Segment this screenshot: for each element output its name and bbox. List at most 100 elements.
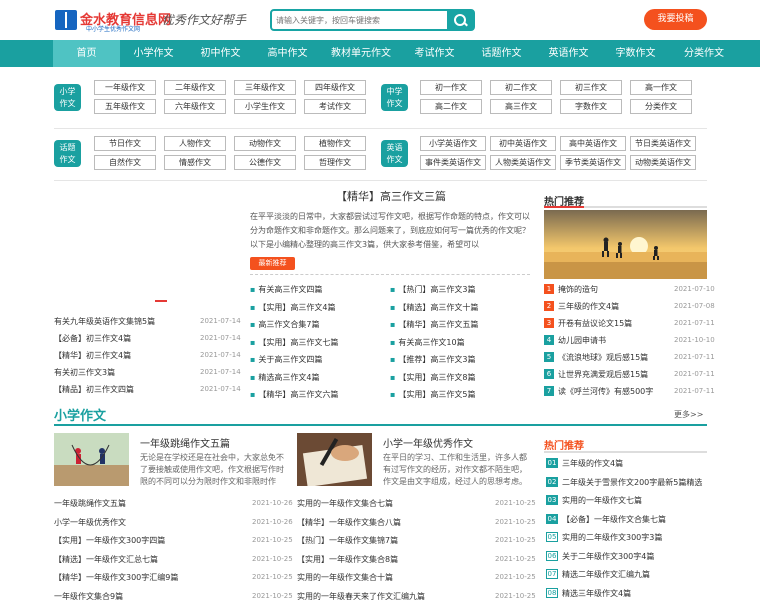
article-link[interactable]: ▪ 高三作文合集7篇 (250, 319, 385, 330)
category-link[interactable]: 初中英语作文 (490, 136, 556, 151)
category-link[interactable]: 小学英语作文 (420, 136, 486, 151)
nav-item[interactable]: 英语作文 (535, 40, 602, 67)
article-link[interactable]: 【热门】一年级作文集锦7篇 (297, 535, 472, 546)
nav-item[interactable]: 初中作文 (187, 40, 254, 67)
category-link[interactable]: 季节类英语作文 (560, 155, 626, 170)
category-link[interactable]: 二年级作文 (164, 80, 226, 95)
hot-article-link[interactable]: 实用的二年级作文300字3篇 (562, 532, 707, 543)
article-link[interactable]: 一年级跳绳作文五篇 (54, 498, 229, 509)
category-link[interactable]: 高一作文 (630, 80, 692, 95)
category-link[interactable]: 高中英语作文 (560, 136, 626, 151)
category-link[interactable]: 初一作文 (420, 80, 482, 95)
article-link[interactable]: ▪ 【精选】高三作文十篇 (390, 302, 525, 313)
nav-item[interactable]: 字数作文 (602, 40, 669, 67)
nav-item-home[interactable]: 首页 (53, 40, 120, 67)
slider-indicator[interactable] (155, 300, 167, 302)
card-thumbnail[interactable] (297, 433, 372, 486)
article-link[interactable]: ▪ 【实用】高三作文4篇 (250, 302, 385, 313)
article-link[interactable]: 实用的一年级作文集合十篇 (297, 572, 472, 583)
category-link[interactable]: 节日作文 (94, 136, 156, 151)
article-link[interactable]: 实用的一年级春天来了作文汇编九篇 (297, 591, 472, 600)
hot-article-link[interactable]: 三年级的作文4篇 (562, 458, 707, 469)
nav-item[interactable]: 小学作文 (120, 40, 187, 67)
hot-article-link[interactable]: 三年级的作文4篇 (558, 301, 668, 312)
article-link[interactable]: 小学一年级优秀作文 (54, 517, 229, 528)
card-thumbnail[interactable] (54, 433, 129, 486)
more-link[interactable]: 更多>> (674, 409, 703, 420)
article-link[interactable]: 【必备】初三作文4篇 (54, 333, 194, 344)
category-link[interactable]: 小学生作文 (234, 99, 296, 114)
nav-item[interactable]: 考试作文 (401, 40, 468, 67)
article-link[interactable]: 实用的一年级作文集合七篇 (297, 498, 472, 509)
hot-article-link[interactable]: 读《呼兰河传》有感500字 (558, 386, 668, 397)
logo-book-icon[interactable] (55, 10, 77, 30)
category-link[interactable]: 三年级作文 (234, 80, 296, 95)
article-link[interactable]: 【精选】一年级作文汇总七篇 (54, 554, 229, 565)
category-link[interactable]: 高三作文 (490, 99, 552, 114)
submit-article-button[interactable]: 我要投稿 (644, 9, 707, 30)
article-link[interactable]: ▪ 【实用】高三作文5篇 (390, 389, 525, 400)
hot-article-link[interactable]: 幼儿园申请书 (558, 335, 668, 346)
category-link[interactable]: 四年级作文 (304, 80, 366, 95)
article-link[interactable]: ▪ 【实用】高三作文七篇 (250, 337, 385, 348)
hot-article-link[interactable]: 掩饰的造句 (558, 284, 668, 295)
article-link[interactable]: ▪ 精选高三作文4篇 (250, 372, 385, 383)
category-link[interactable]: 高二作文 (420, 99, 482, 114)
article-link[interactable]: ▪ 【实用】高三作文8篇 (390, 372, 525, 383)
article-link[interactable]: 【精华】初三作文4篇 (54, 350, 194, 361)
hot-article-link[interactable]: 《流浪地球》观后感15篇 (558, 352, 668, 363)
category-link[interactable]: 植物作文 (304, 136, 366, 151)
category-link[interactable]: 动物类英语作文 (630, 155, 696, 170)
article-link[interactable]: ▪ 关于高三作文四篇 (250, 354, 385, 365)
article-link[interactable]: 【实用】一年级作文300字四篇 (54, 535, 229, 546)
hot-article-link[interactable]: 精选二年级作文汇编九篇 (562, 569, 707, 580)
nav-item[interactable]: 分类作文 (669, 40, 739, 67)
article-link[interactable]: 有关初三作文3篇 (54, 367, 194, 378)
hot-article-link[interactable]: 二年级关于雪景作文200字最新5篇精选 (562, 477, 707, 488)
hot-article-link[interactable]: 实用的一年级作文七篇 (562, 495, 707, 506)
category-link[interactable]: 考试作文 (304, 99, 366, 114)
category-link[interactable]: 初二作文 (490, 80, 552, 95)
hot-image[interactable] (544, 210, 707, 279)
category-link[interactable]: 节日类英语作文 (630, 136, 696, 151)
category-link[interactable]: 自然作文 (94, 155, 156, 170)
hot-article-link[interactable]: 让世界充满爱观后感15篇 (558, 369, 668, 380)
search-icon[interactable] (447, 11, 473, 29)
article-link[interactable]: ▪ 【精华】高三作文五篇 (390, 319, 525, 330)
card-title[interactable]: 一年级跳绳作文五篇 (140, 435, 230, 450)
article-link[interactable]: ▪ 有关高三作文四篇 (250, 284, 385, 295)
article-link[interactable]: 【精华】一年级作文集合八篇 (297, 517, 472, 528)
article-link[interactable]: 一年级作文集合9篇 (54, 591, 229, 600)
nav-item[interactable]: 话题作文 (468, 40, 535, 67)
hot-article-link[interactable]: 开卷有益议论文15篇 (558, 318, 668, 329)
category-link[interactable]: 人物类英语作文 (490, 155, 556, 170)
article-link[interactable]: 【精华】一年级作文300字汇编9篇 (54, 572, 229, 583)
category-link[interactable]: 初三作文 (560, 80, 622, 95)
article-link[interactable]: ▪ 有关高三作文10篇 (390, 337, 525, 348)
search-input[interactable] (276, 13, 444, 27)
category-link[interactable]: 人物作文 (164, 136, 226, 151)
hot-article-link[interactable]: 【必备】一年级作文合集七篇 (562, 514, 707, 525)
hot-article-link[interactable]: 精选三年级作文4篇 (562, 588, 707, 599)
hot-article-link[interactable]: 关于二年级作文300字4篇 (562, 551, 707, 562)
card-title[interactable]: 小学一年级优秀作文 (383, 435, 473, 450)
category-link[interactable]: 哲理作文 (304, 155, 366, 170)
article-link[interactable]: 【精品】初三作文四篇 (54, 384, 194, 395)
nav-item[interactable]: 教材单元作文 (321, 40, 401, 67)
category-link[interactable]: 六年级作文 (164, 99, 226, 114)
article-link[interactable]: 【实用】一年级作文集合8篇 (297, 554, 472, 565)
category-link[interactable]: 一年级作文 (94, 80, 156, 95)
category-link[interactable]: 事件类英语作文 (420, 155, 486, 170)
category-link[interactable]: 五年级作文 (94, 99, 156, 114)
category-link[interactable]: 分类作文 (630, 99, 692, 114)
article-link[interactable]: ▪ 【精华】高三作文六篇 (250, 389, 385, 400)
section-title[interactable]: 小学作文 (54, 405, 106, 424)
article-link[interactable]: ▪ 【推荐】高三作文3篇 (390, 354, 525, 365)
category-link[interactable]: 情感作文 (164, 155, 226, 170)
article-link[interactable]: 有关九年级英语作文集锦5篇 (54, 316, 194, 327)
category-link[interactable]: 公德作文 (234, 155, 296, 170)
nav-item[interactable]: 高中作文 (254, 40, 321, 67)
category-link[interactable]: 字数作文 (560, 99, 622, 114)
category-link[interactable]: 动物作文 (234, 136, 296, 151)
featured-title[interactable]: 【精华】高三作文三篇 (246, 188, 536, 204)
